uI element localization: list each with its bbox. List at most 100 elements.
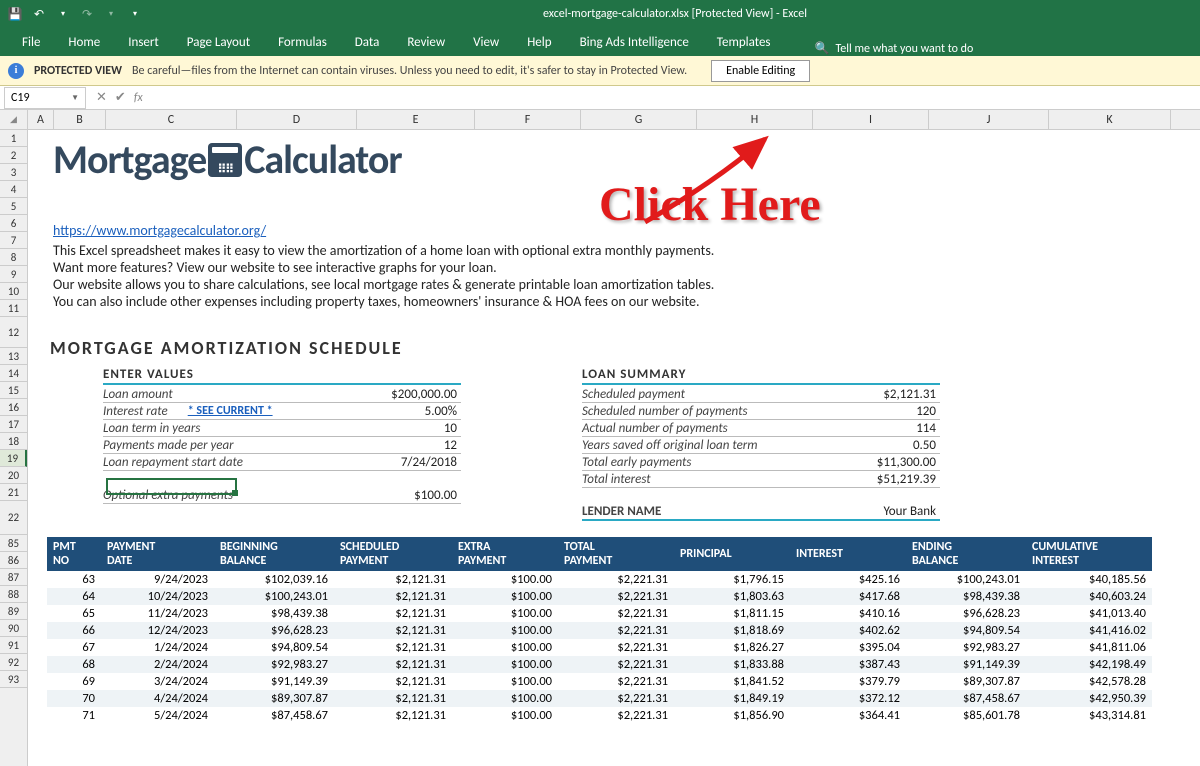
row-header-17[interactable]: 17 (0, 416, 27, 433)
hdr-interest: INTEREST (796, 547, 900, 561)
logo-word2: Calculator (244, 135, 401, 184)
cell-date: 1/24/2024 (101, 640, 214, 655)
row-header-4[interactable]: 4 (0, 181, 27, 198)
cell-extra-payment: $100.00 (452, 589, 558, 604)
column-header-E[interactable]: E (357, 110, 475, 129)
cell-scheduled-payment: $2,121.31 (334, 657, 452, 672)
row-header-19[interactable]: 19 (0, 450, 27, 467)
column-header-C[interactable]: C (106, 110, 237, 129)
ribbon-tab-review[interactable]: Review (393, 29, 459, 56)
column-header-J[interactable]: J (929, 110, 1049, 129)
cancel-icon[interactable]: ✕ (96, 90, 107, 105)
name-box[interactable]: C19 ▼ (4, 87, 86, 109)
tell-me-search[interactable]: 🔍 Tell me what you want to do (815, 41, 974, 56)
column-header-G[interactable]: G (581, 110, 697, 129)
row-header-12[interactable]: 12 (0, 317, 27, 348)
cell-principal: $1,818.69 (674, 623, 790, 638)
undo-dropdown-icon[interactable]: ▾ (54, 5, 72, 23)
ribbon-tab-file[interactable]: File (8, 29, 54, 56)
hdr-end: ENDING (912, 540, 1020, 554)
row-header-1[interactable]: 1 (0, 130, 27, 147)
cell-total-payment: $2,221.31 (558, 572, 674, 587)
column-header-D[interactable]: D (237, 110, 357, 129)
cell-date: 5/24/2024 (101, 708, 214, 723)
website-link[interactable]: https://www.mortgagecalculator.org/ (53, 222, 266, 239)
table-row: 639/24/2023$102,039.16$2,121.31$100.00$2… (47, 571, 1152, 588)
ribbon-tab-help[interactable]: Help (513, 29, 565, 56)
row-header-3[interactable]: 3 (0, 164, 27, 181)
ribbon-tab-templates[interactable]: Templates (703, 29, 785, 56)
row-header-2[interactable]: 2 (0, 147, 27, 164)
hdr-cum: INTEREST (1032, 554, 1146, 568)
row-header-18[interactable]: 18 (0, 433, 27, 450)
redo-icon[interactable]: ↷ (78, 5, 96, 23)
ribbon-tab-bing-ads-intelligence[interactable]: Bing Ads Intelligence (566, 29, 703, 56)
row-header-87[interactable]: 87 (0, 569, 27, 586)
formula-bar: C19 ▼ ✕ ✔ fx (0, 86, 1200, 110)
column-header-I[interactable]: I (813, 110, 929, 129)
row-header-6[interactable]: 6 (0, 215, 27, 232)
cell-cumulative-interest: $41,013.40 (1026, 606, 1152, 621)
cell-date: 10/24/2023 (101, 589, 214, 604)
row-header-91[interactable]: 91 (0, 637, 27, 654)
row-header-20[interactable]: 20 (0, 467, 27, 484)
cell-ending-balance: $94,809.54 (906, 623, 1026, 638)
column-header-H[interactable]: H (697, 110, 813, 129)
qat-customize-icon[interactable]: ▾ (126, 5, 144, 23)
cell-ending-balance: $92,983.27 (906, 640, 1026, 655)
ribbon-tab-formulas[interactable]: Formulas (264, 29, 341, 56)
row-header-92[interactable]: 92 (0, 654, 27, 671)
row-header-16[interactable]: 16 (0, 399, 27, 416)
undo-icon[interactable]: ↶ (30, 5, 48, 23)
row-header-85[interactable]: 85 (0, 535, 27, 552)
save-icon[interactable]: 💾 (6, 5, 24, 23)
fx-icon[interactable]: fx (134, 91, 143, 105)
hdr-pmtno: NO (53, 554, 95, 568)
cell-scheduled-payment: $2,121.31 (334, 623, 452, 638)
description-text: This Excel spreadsheet makes it easy to … (53, 242, 714, 310)
column-header-K[interactable]: K (1049, 110, 1171, 129)
search-icon: 🔍 (815, 41, 830, 56)
column-header-B[interactable]: B (54, 110, 106, 129)
row-header-8[interactable]: 8 (0, 249, 27, 266)
input-value: 5.00% (425, 404, 461, 419)
row-header-89[interactable]: 89 (0, 603, 27, 620)
row-header-93[interactable]: 93 (0, 671, 27, 688)
dropdown-icon[interactable]: ▼ (71, 93, 79, 103)
ribbon-tab-data[interactable]: Data (341, 29, 394, 56)
enable-editing-button[interactable]: Enable Editing (711, 60, 810, 82)
cell-interest: $402.62 (790, 623, 906, 638)
column-header-A[interactable]: A (28, 110, 54, 129)
formula-input[interactable] (151, 86, 1200, 109)
redo-dropdown-icon[interactable]: ▾ (102, 5, 120, 23)
ribbon-tab-home[interactable]: Home (54, 29, 114, 56)
row-header-7[interactable]: 7 (0, 232, 27, 249)
select-all-corner[interactable]: ◢ (0, 110, 28, 129)
row-header-21[interactable]: 21 (0, 484, 27, 501)
protected-view-message: Be careful—files from the Internet can c… (132, 64, 687, 78)
worksheet-area: 1234567891011121314151617181920212285868… (0, 130, 1200, 766)
row-header-22[interactable]: 22 (0, 501, 27, 535)
row-header-5[interactable]: 5 (0, 198, 27, 215)
column-header-F[interactable]: F (475, 110, 581, 129)
row-header-13[interactable]: 13 (0, 348, 27, 365)
see-current-link[interactable]: * SEE CURRENT * (188, 404, 273, 418)
ribbon-tab-insert[interactable]: Insert (114, 29, 173, 56)
enter-value-row: Loan repayment start date7/24/2018 (103, 454, 461, 471)
cell-interest: $379.79 (790, 674, 906, 689)
row-header-15[interactable]: 15 (0, 382, 27, 399)
cell-ending-balance: $85,601.78 (906, 708, 1026, 723)
row-header-86[interactable]: 86 (0, 552, 27, 569)
row-header-88[interactable]: 88 (0, 586, 27, 603)
row-header-14[interactable]: 14 (0, 365, 27, 382)
ribbon-tab-view[interactable]: View (459, 29, 513, 56)
enter-icon[interactable]: ✔ (115, 90, 126, 105)
row-header-11[interactable]: 11 (0, 300, 27, 317)
table-row: 6410/24/2023$100,243.01$2,121.31$100.00$… (47, 588, 1152, 605)
row-header-90[interactable]: 90 (0, 620, 27, 637)
ribbon-tab-page-layout[interactable]: Page Layout (173, 29, 264, 56)
cells-area[interactable]: MortgageCalculator https://www.mortgagec… (28, 130, 1200, 766)
row-header-10[interactable]: 10 (0, 283, 27, 300)
input-label: Loan repayment start date (103, 455, 243, 470)
row-header-9[interactable]: 9 (0, 266, 27, 283)
